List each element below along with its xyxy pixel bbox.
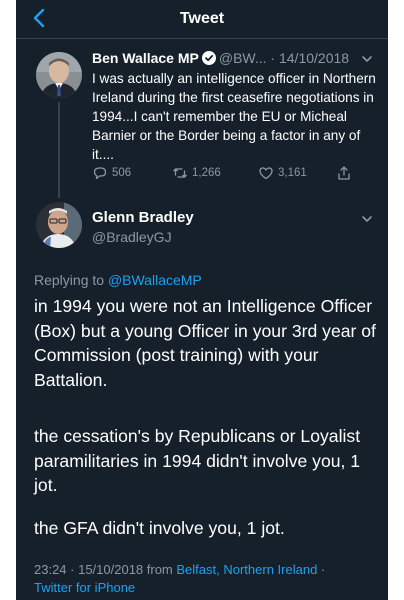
parent-tweet-header: Ben Wallace MP @BW... · 14/10/2018 [92, 50, 349, 66]
like-button[interactable]: 3,161 [258, 165, 307, 181]
chevron-down-icon [362, 216, 372, 222]
retweet-button[interactable]: 1,266 [172, 165, 221, 181]
tweet-menu[interactable] [360, 212, 374, 226]
replying-to: Replying to @BWallaceMP [34, 272, 202, 288]
tweet-paragraph: the GFA didn't involve you, 1 jot. [34, 518, 285, 538]
nav-bar: Tweet [16, 0, 388, 39]
verified-badge-icon [201, 51, 216, 65]
share-icon [338, 166, 350, 180]
author-handle[interactable]: @BradleyGJ [92, 229, 172, 245]
reply-count: 506 [112, 167, 132, 179]
tweet-timestamp: 23:24 · 15/10/2018 from [34, 562, 173, 577]
avatar-image [36, 202, 82, 248]
avatar-glenn-bradley[interactable] [36, 202, 82, 248]
reply-button[interactable]: 506 [92, 165, 131, 181]
thread-line [58, 102, 60, 198]
parent-tweet-date[interactable]: 14/10/2018 [279, 50, 349, 66]
tweet-paragraph: the cessation's by Republicans or Loyali… [34, 426, 361, 495]
parent-author-handle[interactable]: @BW... [219, 50, 267, 66]
tweet-screen: Tweet Ben Wallace MP @BW... · 14/10/2018 … [16, 0, 388, 600]
parent-tweet-text: I was actually an intelligence officer i… [92, 71, 376, 162]
tweet-paragraph: in 1994 you were not an Intelligence Off… [34, 296, 376, 390]
author-name[interactable]: Glenn Bradley [92, 209, 194, 226]
avatar-image [36, 52, 82, 98]
parent-tweet-actions: 506 1,266 3,161 [92, 165, 382, 185]
tweet-metadata: 23:24 · 15/10/2018 from Belfast, Norther… [34, 561, 384, 597]
like-count: 3,161 [278, 167, 307, 179]
retweet-icon [173, 168, 187, 178]
parent-tweet-menu[interactable] [360, 52, 374, 66]
replying-to-handle-link[interactable]: @BWallaceMP [108, 272, 202, 288]
meta-separator: · [320, 562, 326, 577]
location-link[interactable]: Belfast, Northern Ireland [176, 562, 317, 577]
share-button[interactable] [336, 165, 356, 181]
chevron-down-icon [362, 56, 372, 62]
client-link[interactable]: Twitter for iPhone [34, 580, 135, 595]
avatar-ben-wallace[interactable] [36, 52, 82, 98]
date-separator: · [270, 50, 276, 66]
reply-icon [93, 167, 107, 180]
heart-icon [259, 167, 273, 180]
replying-to-label: Replying to [34, 272, 105, 288]
page-title: Tweet [179, 10, 225, 27]
parent-author-name[interactable]: Ben Wallace MP [92, 50, 199, 66]
retweet-count: 1,266 [192, 167, 221, 179]
